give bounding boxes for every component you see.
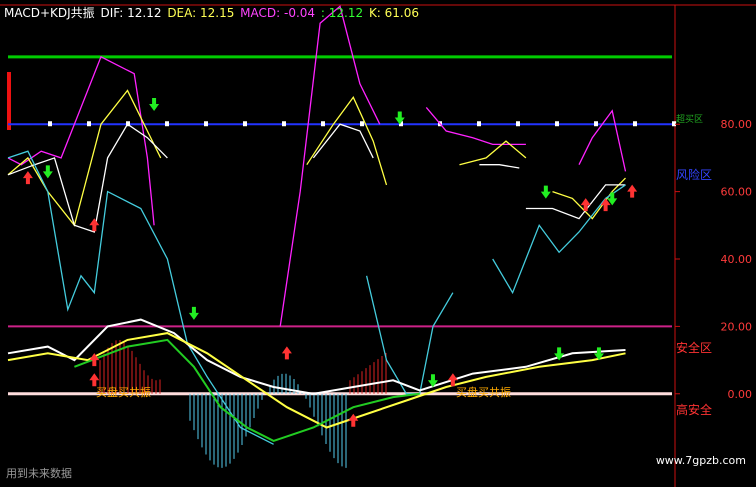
dea-value: DEA: 12.15 xyxy=(167,6,235,20)
ref-dash xyxy=(516,121,520,127)
series-line-3 xyxy=(365,275,454,395)
ref-dash xyxy=(282,121,286,127)
series-line-0 xyxy=(578,109,627,172)
ref-dash xyxy=(321,121,325,127)
sell-arrow xyxy=(42,165,53,179)
chart-window: 80.00 60.00 40.00 20.00 0.00 MACD+KDJ共振 DIF:… xyxy=(0,0,756,487)
ref-dash xyxy=(360,121,364,127)
extra-value: : 12.12 xyxy=(320,6,364,20)
lower-line-1 xyxy=(7,332,626,429)
indicator-header: MACD+KDJ共振 DIF: 12.12 DEA: 12.15 MACD: -… xyxy=(4,4,421,21)
sell-arrow xyxy=(394,111,405,125)
resonance-label-2: 买盘买共振 xyxy=(456,386,511,399)
sell-arrow xyxy=(149,98,160,112)
left-red-marker xyxy=(7,72,11,130)
ref-dash xyxy=(594,121,598,127)
watermark: www.7gpzb.com xyxy=(655,454,746,467)
sell-arrow xyxy=(540,185,551,199)
resonance-label-1: 买盘买共振 xyxy=(96,386,151,399)
ref-dash xyxy=(633,121,637,127)
footer-note: 用到未来数据 xyxy=(6,467,72,480)
sell-arrow xyxy=(188,306,199,320)
ytick-label: 0.00 xyxy=(728,388,753,401)
ref-dash xyxy=(48,121,52,127)
buy-arrow xyxy=(348,413,359,427)
series-line-2 xyxy=(479,164,520,169)
high-safe-label: 高安全 xyxy=(676,403,713,417)
ref-dash xyxy=(87,121,91,127)
k-value: K: 61.06 xyxy=(368,6,420,20)
buy-arrow xyxy=(89,218,100,232)
buy-arrow xyxy=(22,171,33,185)
ytick-label: 20.00 xyxy=(721,320,753,333)
dif-value: DIF: 12.12 xyxy=(100,6,162,20)
safe-zone-label: 安全区 xyxy=(676,341,713,355)
series-line-0 xyxy=(279,5,381,327)
chart-plot: 80.00 60.00 40.00 20.00 0.00 xyxy=(0,4,756,487)
ref-dash xyxy=(555,121,559,127)
ytick-label: 40.00 xyxy=(721,253,753,266)
buy-arrow xyxy=(281,346,292,360)
series-line-1 xyxy=(306,96,388,186)
series-line-0 xyxy=(425,106,526,146)
overbought-label: 超买区 xyxy=(676,115,704,125)
risk-zone-label: 风险区 xyxy=(676,168,713,182)
ref-dash xyxy=(165,121,169,127)
indicator-name: MACD+KDJ共振 xyxy=(4,6,95,20)
buy-arrow xyxy=(627,184,638,198)
ytick-label: 80.00 xyxy=(721,118,753,131)
ytick-label: 60.00 xyxy=(721,186,753,199)
ref-dash xyxy=(243,121,247,127)
macd-value: MACD: -0.04 xyxy=(240,6,316,20)
ref-dash xyxy=(204,121,208,127)
ref-dash xyxy=(477,121,481,127)
